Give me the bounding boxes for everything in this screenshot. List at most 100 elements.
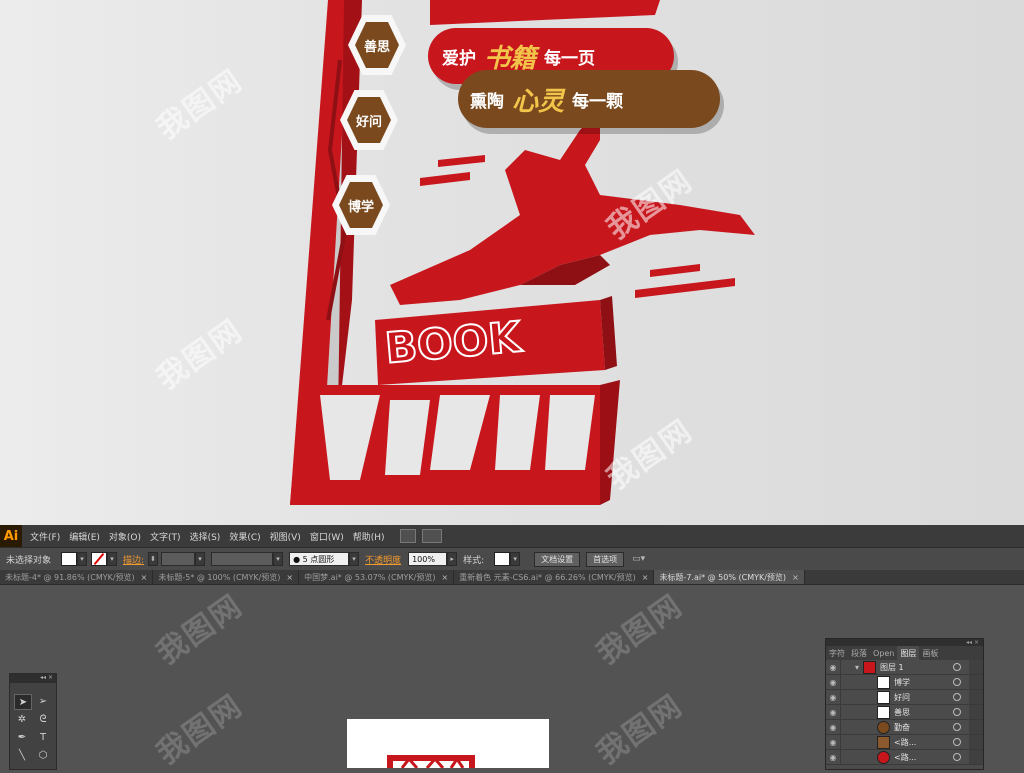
layer-name: 博学 <box>894 677 910 687</box>
lock-toggle[interactable] <box>840 735 851 749</box>
selection-column[interactable] <box>969 675 983 689</box>
menu-window[interactable]: 窗口(W) <box>310 530 344 543</box>
variable-width-field[interactable] <box>211 552 274 566</box>
chevron-right-icon[interactable]: ▸ <box>447 552 458 566</box>
layer-row[interactable]: ◉ ▾ 图层 1 <box>826 660 983 675</box>
document-setup-button[interactable]: 文档设置 <box>534 551 581 567</box>
tab-document-2[interactable]: 未标题-5* @ 100% (CMYK/预览) × <box>153 570 300 584</box>
stroke-swatch[interactable] <box>91 552 108 566</box>
tab-character[interactable]: 字符 <box>826 648 848 659</box>
arrange-documents-button[interactable] <box>421 529 442 543</box>
close-icon[interactable]: × <box>286 573 293 582</box>
brush-field[interactable]: ● 5 点圆形 <box>289 552 350 566</box>
layer-name: 好问 <box>894 692 910 702</box>
close-icon[interactable]: × <box>642 573 649 582</box>
menu-select[interactable]: 选择(S) <box>190 530 221 543</box>
target-icon[interactable] <box>953 708 961 716</box>
stroke-weight-field[interactable] <box>161 552 196 566</box>
chevron-down-icon[interactable]: ▾ <box>273 552 284 566</box>
close-icon[interactable]: × <box>792 573 799 582</box>
tab-label: 未标题-5* @ 100% (CMYK/预览) <box>158 572 281 582</box>
artboard[interactable] <box>347 719 549 769</box>
watermark: 我图网 <box>150 688 250 772</box>
panel-header[interactable]: ◂◂ × <box>10 674 56 683</box>
lasso-tool-icon[interactable]: ᘓ <box>35 712 51 726</box>
tab-paragraph[interactable]: 段落 <box>848 648 870 659</box>
layer-row[interactable]: ◉ 好问 <box>826 690 983 705</box>
target-icon[interactable] <box>953 693 961 701</box>
selection-column[interactable] <box>969 750 983 764</box>
selection-column[interactable] <box>969 705 983 719</box>
close-icon[interactable]: × <box>441 573 448 582</box>
selection-column[interactable] <box>969 660 983 674</box>
pen-tool-icon[interactable]: ✒ <box>14 730 30 744</box>
tab-layers[interactable]: 图层 <box>897 646 920 660</box>
chevron-down-icon[interactable]: ▾ <box>195 552 206 566</box>
tab-opentype[interactable]: Open <box>870 649 897 658</box>
target-icon[interactable] <box>953 738 961 746</box>
lock-toggle[interactable] <box>840 750 851 764</box>
tab-document-4[interactable]: 重新着色 元素-CS6.ai* @ 66.26% (CMYK/预览) × <box>454 570 655 584</box>
lock-toggle[interactable] <box>840 675 851 689</box>
lock-toggle[interactable] <box>840 705 851 719</box>
eye-icon[interactable]: ◉ <box>826 663 840 672</box>
target-icon[interactable] <box>953 723 961 731</box>
preferences-button[interactable]: 首选项 <box>586 551 625 567</box>
type-tool-icon[interactable]: T <box>35 730 51 744</box>
lock-toggle[interactable] <box>840 690 851 704</box>
menu-file[interactable]: 文件(F) <box>30 530 60 543</box>
selection-column[interactable] <box>969 735 983 749</box>
menu-object[interactable]: 对象(O) <box>109 530 141 543</box>
shape-tool-icon[interactable]: ⬡ <box>35 748 51 762</box>
target-icon[interactable] <box>953 678 961 686</box>
opacity-field[interactable]: 100% <box>408 552 448 566</box>
target-icon[interactable] <box>953 753 961 761</box>
hex-badge-boxue: 博学 <box>332 175 390 235</box>
tab-document-5[interactable]: 未标题-7.ai* @ 50% (CMYK/预览) × <box>654 570 805 584</box>
menu-help[interactable]: 帮助(H) <box>353 530 385 543</box>
style-swatch[interactable] <box>494 552 511 566</box>
eye-icon[interactable]: ◉ <box>826 738 840 747</box>
target-icon[interactable] <box>953 663 961 671</box>
layer-row[interactable]: ◉ 博学 <box>826 675 983 690</box>
tab-document-3[interactable]: 中国梦.ai* @ 53.07% (CMYK/预览) × <box>299 570 455 584</box>
chevron-down-icon[interactable]: ▾ <box>107 552 118 566</box>
panel-header[interactable]: ◂◂ × <box>826 639 983 646</box>
eye-icon[interactable]: ◉ <box>826 678 840 687</box>
eye-icon[interactable]: ◉ <box>826 708 840 717</box>
lock-toggle[interactable] <box>840 660 851 674</box>
layer-row[interactable]: ◉ 勤奋 <box>826 720 983 735</box>
chevron-down-icon[interactable]: ▾ <box>510 552 521 566</box>
lock-toggle[interactable] <box>840 720 851 734</box>
fill-swatch[interactable] <box>61 552 78 566</box>
layer-row[interactable]: ◉ <路... <box>826 735 983 750</box>
close-icon[interactable]: × <box>141 573 148 582</box>
stepper-icon[interactable]: ⬍ <box>148 552 159 566</box>
menu-effect[interactable]: 效果(C) <box>229 530 260 543</box>
layer-thumbnail <box>877 675 890 689</box>
bridge-button[interactable] <box>399 529 416 543</box>
stroke-label[interactable]: 描边: <box>123 553 144 566</box>
eye-icon[interactable]: ◉ <box>826 723 840 732</box>
menu-type[interactable]: 文字(T) <box>150 530 181 543</box>
tab-document-1[interactable]: 未标题-4* @ 91.86% (CMYK/预览) × <box>0 570 154 584</box>
opacity-label[interactable]: 不透明度 <box>365 553 401 566</box>
tab-artboards[interactable]: 画板 <box>919 648 941 659</box>
menu-edit[interactable]: 编辑(E) <box>69 530 100 543</box>
eye-icon[interactable]: ◉ <box>826 753 840 762</box>
chevron-down-icon[interactable]: ▾ <box>77 552 88 566</box>
line-tool-icon[interactable]: ╲ <box>14 748 30 762</box>
panel-menu-icon[interactable]: ▭▾ <box>632 554 645 564</box>
selection-column[interactable] <box>969 720 983 734</box>
magic-wand-tool-icon[interactable]: ✲ <box>14 712 30 726</box>
chevron-down-icon[interactable]: ▾ <box>349 552 360 566</box>
menu-view[interactable]: 视图(V) <box>270 530 301 543</box>
layer-thumbnail <box>877 750 890 764</box>
selection-column[interactable] <box>969 690 983 704</box>
layer-row[interactable]: ◉ 善思 <box>826 705 983 720</box>
selection-tool-icon[interactable]: ➤ <box>14 694 32 710</box>
chevron-down-icon[interactable]: ▾ <box>855 663 859 672</box>
eye-icon[interactable]: ◉ <box>826 693 840 702</box>
layer-row[interactable]: ◉ <路... <box>826 750 983 765</box>
direct-selection-tool-icon[interactable]: ➢ <box>35 694 51 708</box>
